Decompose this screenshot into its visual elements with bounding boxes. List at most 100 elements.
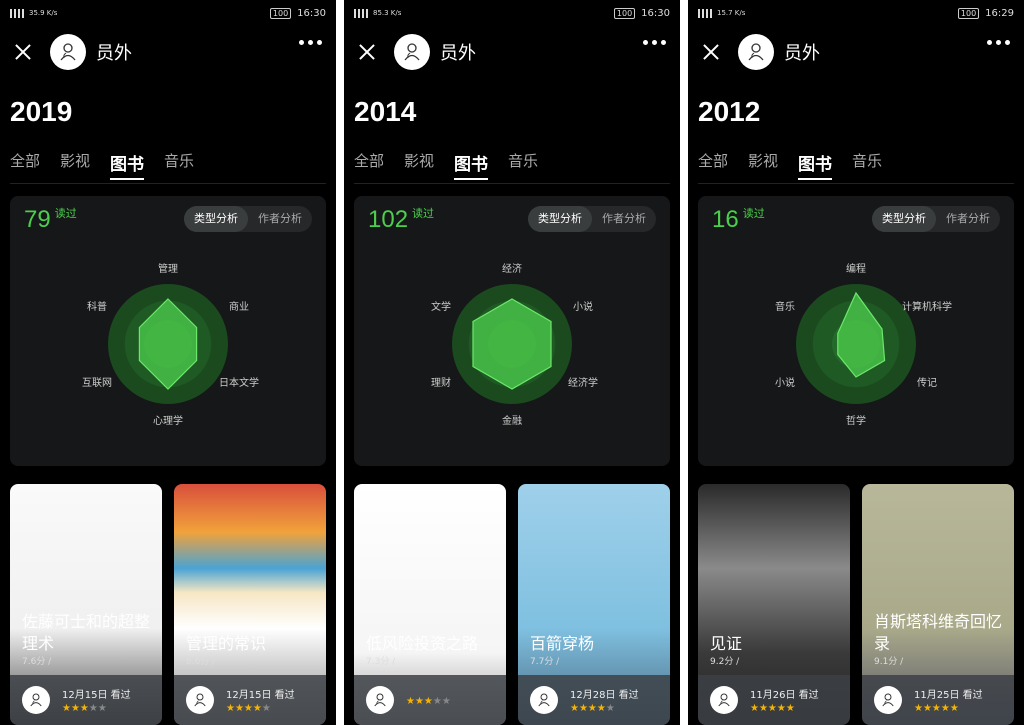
status-bar: 15.7 K/s 100 16:29 [698, 6, 1014, 20]
radar-label: 理财 [431, 376, 451, 389]
avatar[interactable] [738, 34, 774, 70]
more-icon[interactable] [643, 40, 666, 45]
top-bar: 员外 [354, 32, 670, 72]
book-title: 低风险投资之路 [366, 634, 479, 653]
read-label: 读过 [54, 208, 77, 220]
book-card[interactable]: 百箭穿杨 7.7分 / 12月28日 看过 ★★★★★ [518, 484, 670, 725]
read-date: 11月26日 看过 [750, 690, 819, 701]
type-analysis-button[interactable]: 类型分析 [184, 206, 248, 232]
author-analysis-button[interactable]: 作者分析 [592, 206, 656, 232]
analysis-card: 16 读过 类型分析 作者分析 编程 计算机科学 传记 哲学 小说 音乐 [698, 196, 1014, 466]
book-score: 8.6分 / [186, 657, 216, 667]
tab-books[interactable]: 图书 [798, 150, 833, 180]
radar-label: 计算机科学 [902, 300, 952, 313]
user-name: 员外 [784, 43, 820, 64]
tab-video[interactable]: 影视 [748, 150, 778, 180]
more-icon[interactable] [987, 40, 1010, 45]
radar-chart: 经济小说经济学金融 理财 文学 [431, 262, 598, 427]
analysis-toggle: 类型分析 作者分析 [528, 206, 656, 232]
read-label: 读过 [742, 208, 765, 220]
status-bar: 85.3 K/s 100 16:30 [354, 6, 670, 20]
tab-all[interactable]: 全部 [698, 150, 728, 180]
radar-label: 经济 [502, 262, 522, 275]
net-speed: 35.9 K/s [29, 8, 58, 17]
book-title: 百箭穿杨 [530, 634, 595, 653]
clock: 16:29 [985, 7, 1014, 19]
book-card[interactable]: 见证 9.2分 / 11月26日 看过 ★★★★★ [698, 484, 850, 725]
clock: 16:30 [297, 7, 326, 19]
radar-label: 音乐 [775, 300, 795, 313]
phone-screen: 35.9 K/s 100 16:30 员外 2019 全部 影视 图书 音乐 79… [0, 0, 336, 725]
book-score: 9.1分 / [874, 657, 904, 667]
tab-music[interactable]: 音乐 [508, 150, 538, 180]
avatar[interactable] [50, 34, 86, 70]
read-date: 12月15日 看过 [226, 690, 295, 701]
phone-screen: 85.3 K/s 100 16:30 员外 2014 全部 影视 图书 音乐 10… [344, 0, 680, 725]
author-analysis-button[interactable]: 作者分析 [248, 206, 312, 232]
type-analysis-button[interactable]: 类型分析 [528, 206, 592, 232]
book-title: 见证 [710, 634, 743, 653]
close-icon[interactable] [698, 39, 724, 65]
radar-label: 小说 [775, 376, 795, 389]
tab-all[interactable]: 全部 [354, 150, 384, 180]
close-icon[interactable] [354, 39, 380, 65]
year-title: 2012 [698, 96, 761, 127]
clock: 16:30 [641, 7, 670, 19]
close-icon[interactable] [10, 39, 36, 65]
tab-music[interactable]: 音乐 [164, 150, 194, 180]
tab-books[interactable]: 图书 [454, 150, 489, 180]
radar-label: 哲学 [846, 414, 866, 427]
type-analysis-button[interactable]: 类型分析 [872, 206, 936, 232]
read-date: 12月15日 看过 [62, 690, 131, 701]
avatar [22, 686, 50, 714]
book-list: 见证 9.2分 / 11月26日 看过 ★★★★★ 肖斯塔科维奇回忆录 9.1分… [698, 484, 1014, 725]
signal-icon [698, 8, 712, 18]
net-speed: 15.7 K/s [717, 8, 746, 17]
radar-label: 传记 [917, 377, 937, 389]
book-title: 管理的常识 [186, 634, 267, 653]
avatar [366, 686, 394, 714]
tab-video[interactable]: 影视 [404, 150, 434, 180]
signal-icon [354, 8, 368, 18]
battery-icon: 100 [957, 7, 980, 19]
book-card[interactable]: 佐藤可士和的超整理术 7.6分 / 12月15日 看过 ★★★★★ [10, 484, 162, 725]
user-name: 员外 [96, 43, 132, 64]
radar-label: 金融 [502, 414, 522, 427]
radar-label: 编程 [846, 262, 866, 275]
tab-music[interactable]: 音乐 [852, 150, 882, 180]
tab-video[interactable]: 影视 [60, 150, 90, 180]
book-score: 7.7分 / [530, 657, 560, 667]
author-analysis-button[interactable]: 作者分析 [936, 206, 1000, 232]
radar-label: 商业 [229, 300, 249, 313]
book-card[interactable]: 肖斯塔科维奇回忆录 9.1分 / 11月25日 看过 ★★★★★ [862, 484, 1014, 725]
analysis-card: 79 读过 类型分析 作者分析 管理 商业 日本文学 心理学 互联网 科普 [10, 196, 326, 466]
rating-stars: ★★★★★ [914, 703, 959, 714]
category-tabs: 全部 影视 图书 音乐 [354, 150, 670, 184]
avatar[interactable] [394, 34, 430, 70]
tab-all[interactable]: 全部 [10, 150, 40, 180]
more-icon[interactable] [299, 40, 322, 45]
read-count: 79 读过 [24, 206, 77, 233]
rating-stars: ★★★★★ [570, 703, 615, 714]
book-card[interactable]: 低风险投资之路 7.3分 / ★★★★★ [354, 484, 506, 725]
book-title: 肖斯塔科维奇回忆录 [874, 612, 1003, 653]
rating-stars: ★★★★★ [226, 703, 271, 714]
analysis-card: 102 读过 类型分析 作者分析 经济 小说 经济学 金融 理财 文学 [354, 196, 670, 466]
read-date: 11月25日 看过 [914, 690, 983, 701]
radar-label: 经济学 [568, 376, 598, 389]
book-footer: 11月25日 看过 ★★★★★ [862, 675, 1014, 725]
rating-stars: ★★★★★ [406, 695, 451, 707]
avatar [710, 686, 738, 714]
book-card[interactable]: 管理的常识 8.6分 / 12月15日 看过 ★★★★★ [174, 484, 326, 725]
tab-books[interactable]: 图书 [110, 150, 145, 180]
category-tabs: 全部 影视 图书 音乐 [10, 150, 326, 184]
book-score: 7.3分 / [366, 657, 396, 667]
signal-icon [10, 8, 24, 18]
rating-stars: ★★★★★ [750, 703, 795, 714]
book-list: 低风险投资之路 7.3分 / ★★★★★ 百箭穿杨 7.7分 / 12月28日 … [354, 484, 670, 725]
book-footer: 12月15日 看过 ★★★★★ [10, 675, 162, 725]
avatar [874, 686, 902, 714]
radar-label: 互联网 [82, 377, 112, 389]
avatar [530, 686, 558, 714]
read-count: 102 读过 [368, 206, 435, 233]
